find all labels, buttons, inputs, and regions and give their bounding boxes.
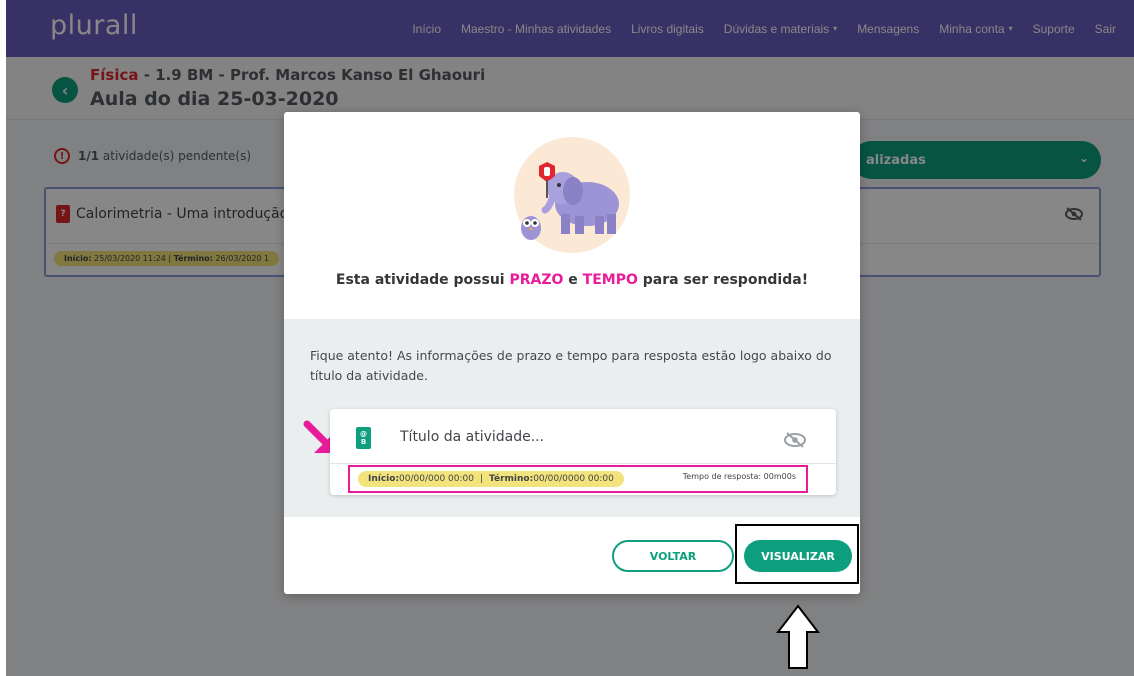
modal-info-section: Fique atento! As informações de prazo e … <box>284 319 860 517</box>
example-dates-badge: Início: 00/00/000 00:00 | Término: 00/00/0… <box>358 471 624 487</box>
deadline-info-modal: Esta atividade possui PRAZO e TEMPO para… <box>284 112 860 594</box>
response-time-label: Tempo de resposta: 00m00s <box>682 472 796 481</box>
divider <box>330 463 836 464</box>
eye-off-icon <box>784 432 806 448</box>
highlighted-dates-box: Início: 00/00/000 00:00 | Término: 00/00/0… <box>348 465 808 493</box>
example-activity-title: Título da atividade... <box>400 429 545 445</box>
time-highlight: TEMPO <box>582 272 638 288</box>
back-button[interactable]: VOLTAR <box>612 540 734 572</box>
deadline-highlight: PRAZO <box>509 272 564 288</box>
modal-heading: Esta atividade possui PRAZO e TEMPO para… <box>335 272 809 288</box>
annotation-up-arrow-icon <box>776 604 820 669</box>
activity-book-icon: @ B <box>356 427 371 449</box>
elephant-owl-illustration <box>514 137 630 253</box>
modal-note: Fique atento! As informações de prazo e … <box>310 348 832 383</box>
example-activity-card: @ B Título da atividade... Início: 00/00/… <box>330 409 836 495</box>
annotation-highlight-box <box>735 524 859 584</box>
